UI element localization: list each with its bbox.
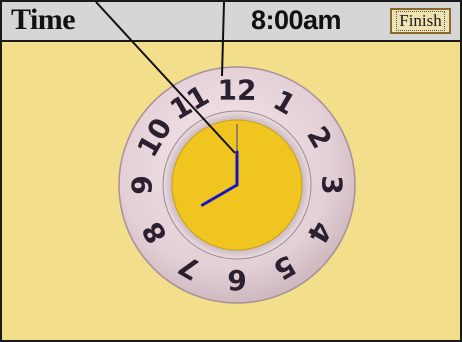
clock-dial: 12 1234567891011 bbox=[95, 2, 356, 304]
pointer-line-right bbox=[221, 2, 225, 77]
dial-numeral-12: 12 bbox=[218, 74, 257, 107]
clock-activity-window: Time 8:00am Finish 12 1 2 3 4 5 6 7 8 9 10 11 bbox=[0, 0, 462, 342]
dial-numeral-9: 9 bbox=[126, 175, 159, 194]
dial-numeral-6: 6 bbox=[227, 264, 246, 297]
dial-numeral-3: 3 bbox=[316, 175, 349, 194]
